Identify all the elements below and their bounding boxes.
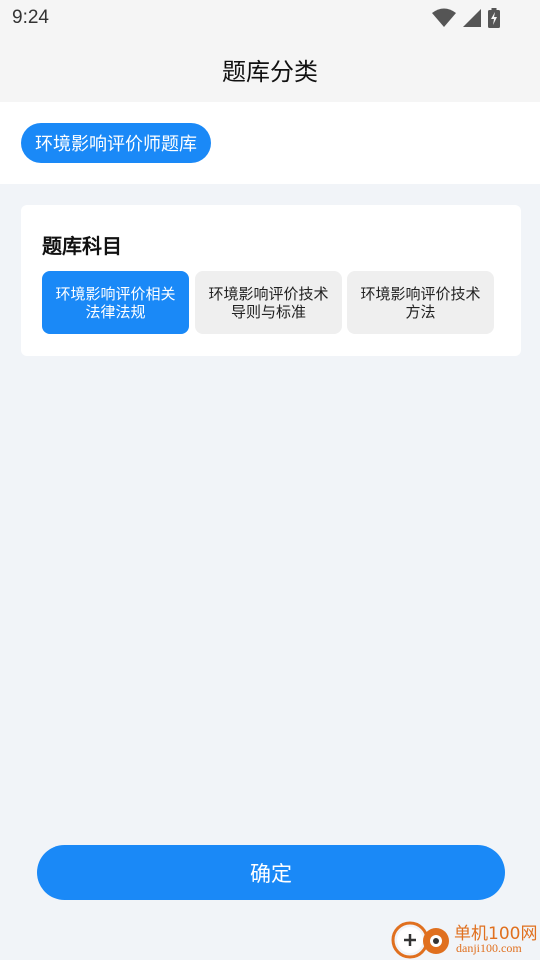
watermark-logo-icon <box>391 921 449 959</box>
status-time: 9:24 <box>12 7 49 28</box>
signal-icon <box>463 9 481 27</box>
subjects-card: 题库科目 环境影响评价相关 法律法规 环境影响评价技术 导则与标准 环境影响评价… <box>21 205 521 356</box>
subject-label-line1: 环境影响评价相关 <box>55 284 176 303</box>
watermark: 单机100网 danji100.com <box>390 917 540 960</box>
subject-label-line2: 法律法规 <box>85 302 146 321</box>
page-title: 题库分类 <box>222 57 318 86</box>
subject-option-guidelines[interactable]: 环境影响评价技术 导则与标准 <box>195 271 342 334</box>
subject-label-line2: 方法 <box>405 302 436 321</box>
subject-label-line1: 环境影响评价技术 <box>360 284 481 303</box>
battery-icon <box>488 8 500 28</box>
subject-label-line1: 环境影响评价技术 <box>208 284 329 303</box>
category-chip-selected[interactable]: 环境影响评价师题库 <box>21 123 211 163</box>
wifi-icon <box>432 8 456 27</box>
status-icons <box>432 8 500 28</box>
confirm-button[interactable]: 确定 <box>37 845 505 900</box>
header: 题库分类 <box>0 36 540 102</box>
watermark-domain: danji100.com <box>456 941 522 955</box>
status-bar: 9:24 <box>0 0 540 36</box>
subject-option-law[interactable]: 环境影响评价相关 法律法规 <box>42 271 189 334</box>
subject-option-label: 环境影响评价相关 法律法规 <box>55 285 175 321</box>
subject-option-label: 环境影响评价技术 导则与标准 <box>208 285 328 321</box>
subject-option-label: 环境影响评价技术 方法 <box>360 285 480 321</box>
subject-label-line2: 导则与标准 <box>230 302 306 321</box>
subjects-card-title: 题库科目 <box>42 234 122 258</box>
subject-option-methods[interactable]: 环境影响评价技术 方法 <box>347 271 494 334</box>
